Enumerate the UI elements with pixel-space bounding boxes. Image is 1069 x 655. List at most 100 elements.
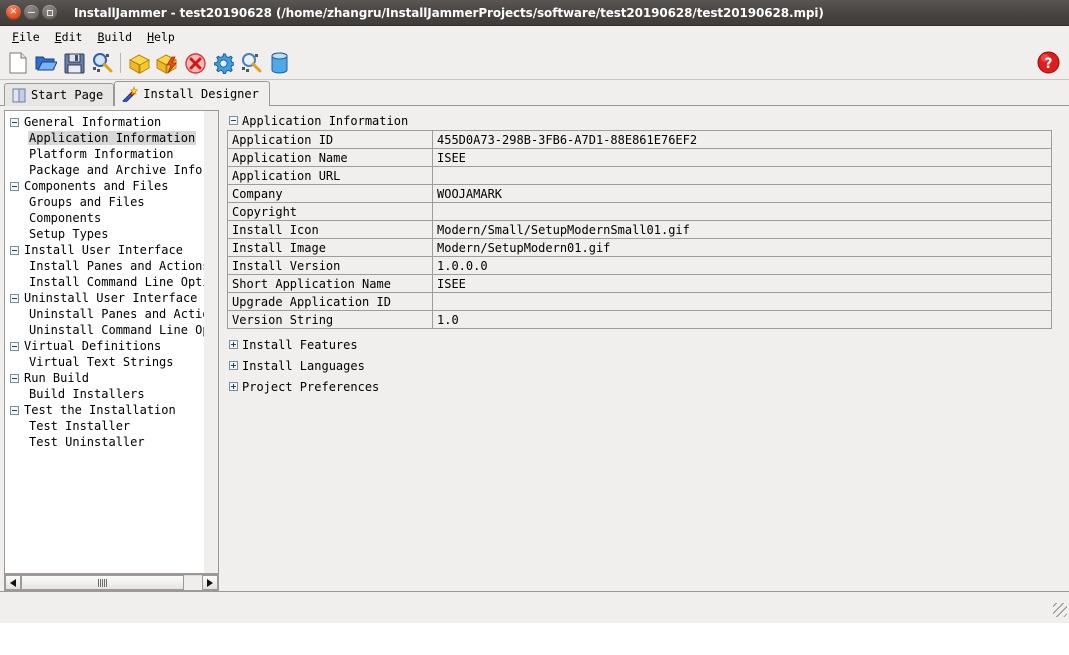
- stop-build-icon: [184, 52, 206, 74]
- tab-install-designer[interactable]: Install Designer: [114, 81, 270, 107]
- table-row[interactable]: Short Application Name ISEE: [227, 274, 1052, 293]
- sidebar-item-test-installer[interactable]: Test Installer: [10, 418, 204, 434]
- sidebar-item-install-panes-and-actions[interactable]: Install Panes and Actions: [10, 258, 204, 274]
- sidebar-item-virtual-definitions[interactable]: Virtual Definitions: [10, 338, 204, 354]
- find-button[interactable]: [88, 50, 116, 77]
- collapse-minus-icon[interactable]: [10, 373, 19, 383]
- sidebar-item-package-and-archive-informat[interactable]: Package and Archive Informat: [10, 162, 204, 178]
- menu-file[interactable]: File: [5, 28, 48, 46]
- sidebar-item-install-user-interface[interactable]: Install User Interface: [10, 242, 204, 258]
- table-row[interactable]: Copyright: [227, 202, 1052, 221]
- property-value[interactable]: [432, 292, 1052, 311]
- sidebar-item-groups-and-files[interactable]: Groups and Files: [10, 194, 204, 210]
- sidebar-item-general-information[interactable]: General Information: [10, 114, 204, 130]
- section-header-install-languages[interactable]: Install Languages: [229, 356, 1060, 375]
- sidebar-item-install-command-line-options[interactable]: Install Command Line Options: [10, 274, 204, 290]
- collapse-minus-icon[interactable]: [10, 293, 19, 303]
- help-button[interactable]: ?: [1036, 50, 1061, 75]
- open-project-icon: [35, 56, 57, 71]
- save-project-icon: [64, 53, 84, 73]
- navigation-tree[interactable]: General Information Application Informati…: [4, 110, 204, 574]
- table-row[interactable]: Install Icon Modern/Small/SetupModernSmal…: [227, 220, 1052, 239]
- property-value[interactable]: [432, 166, 1052, 185]
- inspect-button[interactable]: [237, 50, 265, 77]
- sidebar-item-uninstall-command-line-optic[interactable]: Uninstall Command Line Optic: [10, 322, 204, 338]
- menu-build[interactable]: Build: [90, 28, 140, 46]
- table-row[interactable]: Install Image Modern/SetupModern01.gif: [227, 238, 1052, 257]
- property-value[interactable]: 455D0A73-298B-3FB6-A7D1-88E861E76EF2: [432, 130, 1052, 149]
- table-row[interactable]: Version String 1.0: [227, 310, 1052, 329]
- section-header-install-features[interactable]: Install Features: [229, 335, 1060, 354]
- property-value[interactable]: 1.0: [432, 310, 1052, 329]
- property-value[interactable]: 1.0.0.0: [432, 256, 1052, 275]
- expand-plus-icon[interactable]: [229, 361, 238, 370]
- collapse-minus-icon[interactable]: [10, 245, 19, 255]
- property-value[interactable]: ISEE: [432, 148, 1052, 167]
- sidebar-item-test-uninstaller[interactable]: Test Uninstaller: [10, 434, 204, 450]
- table-row[interactable]: Company WOOJAMARK: [227, 184, 1052, 203]
- window-close-button[interactable]: ✕: [6, 5, 21, 20]
- table-row[interactable]: Application ID 455D0A73-298B-3FB6-A7D1-88…: [227, 130, 1052, 149]
- sidebar-item-components[interactable]: Components: [10, 210, 204, 226]
- sidebar-item-run-build[interactable]: Run Build: [10, 370, 204, 386]
- hscroll-right-arrow[interactable]: [202, 575, 218, 590]
- sidebar-item-label: Build Installers: [29, 387, 145, 401]
- collapse-minus-icon[interactable]: [10, 341, 19, 351]
- new-project-button[interactable]: [4, 50, 32, 77]
- menu-help[interactable]: Help: [140, 28, 183, 46]
- property-value[interactable]: Modern/SetupModern01.gif: [432, 238, 1052, 257]
- window-maximize-button[interactable]: [42, 5, 57, 20]
- property-key: Application ID: [227, 130, 433, 149]
- sidebar-item-virtual-text-strings[interactable]: Virtual Text Strings: [10, 354, 204, 370]
- quick-build-button[interactable]: [153, 50, 181, 77]
- table-row[interactable]: Upgrade Application ID: [227, 292, 1052, 311]
- window-minimize-button[interactable]: [24, 5, 39, 20]
- section-header-project-preferences[interactable]: Project Preferences: [229, 377, 1060, 396]
- menu-edit[interactable]: Edit: [48, 28, 91, 46]
- collapse-minus-icon[interactable]: [10, 181, 19, 191]
- property-value[interactable]: ISEE: [432, 274, 1052, 293]
- tab-start-page[interactable]: Start Page: [4, 83, 115, 106]
- tree-vertical-scrollbar-area[interactable]: [204, 110, 219, 574]
- sidebar-item-platform-information[interactable]: Platform Information: [10, 146, 204, 162]
- database-button[interactable]: [265, 50, 293, 77]
- save-project-button[interactable]: [60, 50, 88, 77]
- sidebar-item-test-the-installation[interactable]: Test the Installation: [10, 402, 204, 418]
- sidebar-item-uninstall-user-interface[interactable]: Uninstall User Interface: [10, 290, 204, 306]
- hscroll-thumb[interactable]: [21, 575, 184, 590]
- property-key: Application URL: [227, 166, 433, 185]
- table-row[interactable]: Application Name ISEE: [227, 148, 1052, 167]
- hscroll-left-arrow[interactable]: [5, 575, 21, 590]
- collapse-minus-icon[interactable]: [10, 405, 19, 415]
- tree-horizontal-scrollbar[interactable]: [4, 574, 219, 591]
- sidebar-item-setup-types[interactable]: Setup Types: [10, 226, 204, 242]
- preferences-button[interactable]: [209, 50, 237, 77]
- build-package-button[interactable]: [125, 50, 153, 77]
- collapse-minus-icon[interactable]: [229, 116, 238, 125]
- property-value[interactable]: [432, 202, 1052, 221]
- expand-plus-icon[interactable]: [229, 382, 238, 391]
- inspect-icon: [242, 53, 262, 73]
- property-value[interactable]: WOOJAMARK: [432, 184, 1052, 203]
- hscroll-trough[interactable]: [184, 575, 202, 590]
- sidebar-item-components-and-files[interactable]: Components and Files: [10, 178, 204, 194]
- stop-build-button[interactable]: [181, 50, 209, 77]
- section-header-application-information[interactable]: Application Information: [229, 113, 1060, 128]
- sidebar-item-label: Test the Installation: [24, 403, 176, 417]
- collapse-minus-icon[interactable]: [10, 117, 19, 127]
- table-row[interactable]: Install Version 1.0.0.0: [227, 256, 1052, 275]
- search-project-icon: [93, 53, 113, 73]
- expand-plus-icon[interactable]: [229, 340, 238, 349]
- sidebar-item-label: General Information: [24, 115, 162, 129]
- toolbar: ?: [0, 47, 1069, 80]
- table-row[interactable]: Application URL: [227, 166, 1052, 185]
- sidebar-item-uninstall-panes-and-actions[interactable]: Uninstall Panes and Actions: [10, 306, 204, 322]
- quick-build-icon: [155, 53, 177, 74]
- open-project-button[interactable]: [32, 50, 60, 77]
- property-value[interactable]: Modern/Small/SetupModernSmall01.gif: [432, 220, 1052, 239]
- section-label-project-preferences: Project Preferences: [242, 379, 380, 394]
- sidebar-item-application-information[interactable]: Application Information: [10, 130, 204, 146]
- maximize-icon: [46, 9, 53, 16]
- sidebar-item-build-installers[interactable]: Build Installers: [10, 386, 204, 402]
- window-resize-grip[interactable]: [1053, 603, 1067, 617]
